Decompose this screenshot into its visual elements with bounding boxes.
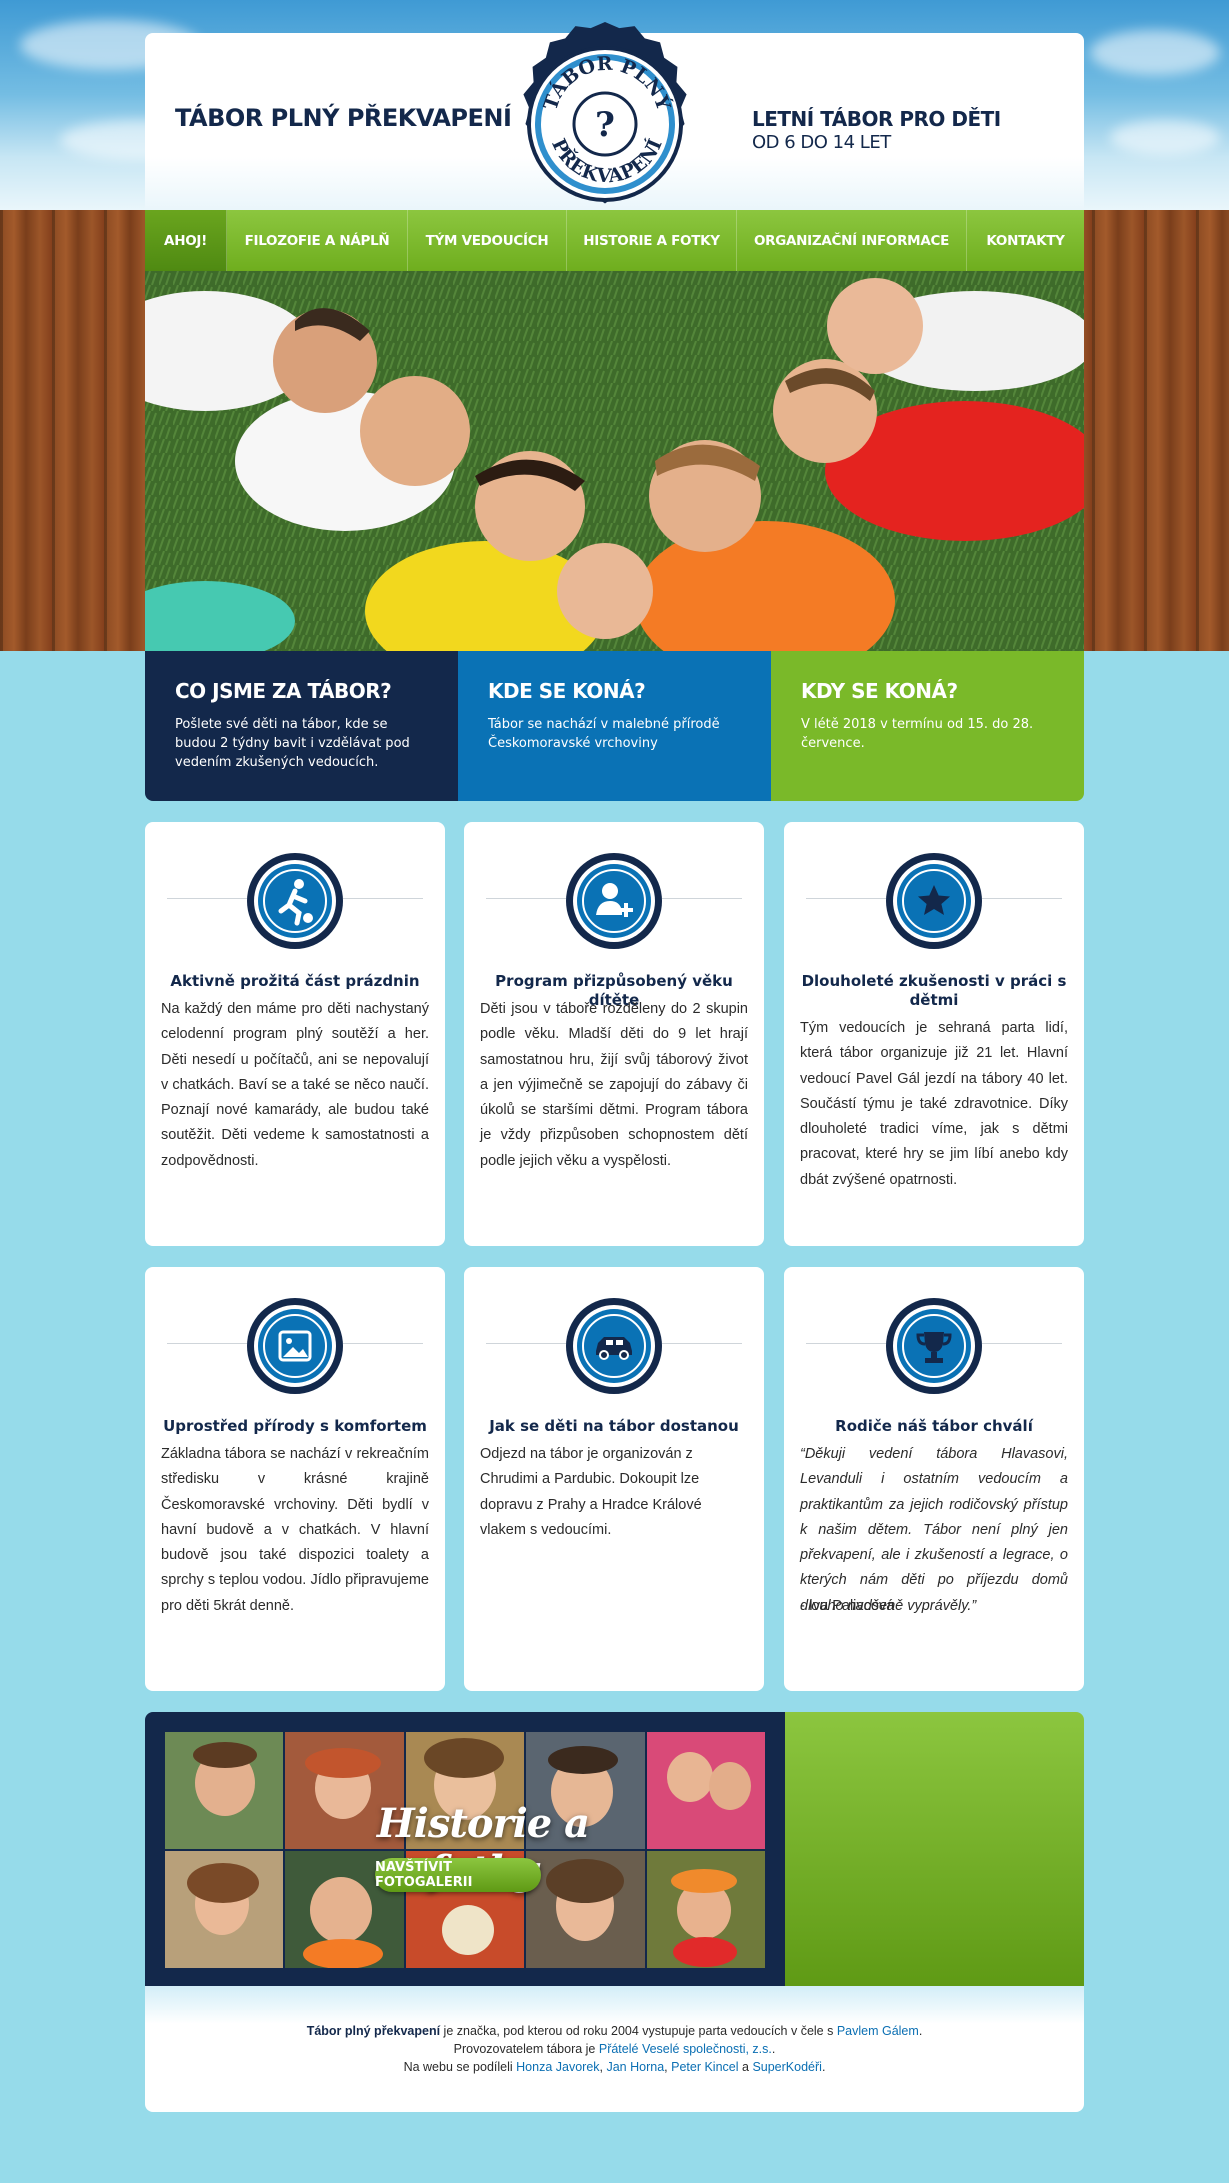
- star-icon: [884, 851, 984, 951]
- nav-item-filozofie[interactable]: FILOZOFIE A NÁPLŇ: [227, 210, 408, 271]
- testimonial-author: - Iva Palivcová: [800, 1598, 895, 1614]
- footer-link-operator[interactable]: Přátelé Veselé společnosti, z.s.: [599, 2042, 772, 2056]
- feature-title: Dlouholeté zkušenosti v práci s dětmi: [801, 972, 1067, 1009]
- feature-text: Odjezd na tábor je organizován z Chrudim…: [480, 1446, 702, 1538]
- site-logo[interactable]: TÁBOR PLNÝ PŘEKVAPENÍ ?: [503, 12, 708, 232]
- car-icon: [564, 1296, 664, 1396]
- picture-icon: [245, 1296, 345, 1396]
- feature-card: Uprostřed přírody s komfortem Základna t…: [145, 1267, 445, 1691]
- footer-link-jan-horna[interactable]: Jan Horna: [606, 2060, 664, 2074]
- info-title: KDY SE KONÁ?: [801, 679, 958, 703]
- footer-line-1: Tábor plný překvapení je značka, pod kte…: [306, 2024, 923, 2038]
- info-text: Tábor se nachází v malebné přírodě Česko…: [488, 717, 720, 751]
- feature-card: Dlouholeté zkušenosti v práci s dětmi Tý…: [784, 822, 1084, 1246]
- gallery-photo: [165, 1851, 284, 1968]
- main-navigation: AHOJ! FILOZOFIE A NÁPLŇ TÝM VEDOUCÍCH HI…: [145, 210, 1084, 271]
- info-text: Pošlete své děti na tábor, kde se budou …: [175, 717, 410, 770]
- info-title: CO JSME ZA TÁBOR?: [175, 679, 392, 703]
- visit-gallery-button[interactable]: NAVŠTÍVIT FOTOGALERII: [375, 1858, 541, 1892]
- feature-text: Děti jsou v táboře rozděleny do 2 skupin…: [480, 1001, 748, 1169]
- footer-brand: Tábor plný překvapení: [306, 2024, 441, 2038]
- nav-item-organizacni[interactable]: ORGANIZAČNÍ INFORMACE: [737, 210, 967, 271]
- feature-title: Aktivně prožitá část prázdnin: [170, 972, 420, 990]
- info-text: V létě 2018 v termínu od 15. do 28. červ…: [801, 717, 1034, 751]
- footer-link-pavel-gal[interactable]: Pavlem Gálem: [837, 2024, 919, 2038]
- gallery-photo: [646, 1732, 765, 1849]
- info-box-where: KDE SE KONÁ? Tábor se nachází v malebné …: [458, 651, 771, 801]
- site-footer: Tábor plný překvapení je značka, pod kte…: [145, 1986, 1084, 2112]
- feature-title: Jak se děti na tábor dostanou: [489, 1417, 739, 1435]
- feature-card: Rodiče náš tábor chválí “Děkuji vedení t…: [784, 1267, 1084, 1691]
- football-player-icon: [245, 851, 345, 951]
- nav-item-kontakty[interactable]: KONTAKTY: [967, 210, 1084, 271]
- feature-title: Uprostřed přírody s komfortem: [163, 1417, 427, 1435]
- info-title: KDE SE KONÁ?: [488, 679, 646, 703]
- testimonial-quote: “Děkuji vedení tábora Hlavasovi, Levandu…: [800, 1446, 1068, 1614]
- feature-card: Jak se děti na tábor dostanou Odjezd na …: [464, 1267, 764, 1691]
- footer-link-honza-javorek[interactable]: Honza Javorek: [516, 2060, 599, 2074]
- gallery-photo: [646, 1851, 765, 1968]
- hero-photo: [145, 271, 1084, 651]
- question-mark-icon: ?: [595, 105, 615, 145]
- nav-item-tym[interactable]: TÝM VEDOUCÍCH: [408, 210, 567, 271]
- nav-item-ahoj[interactable]: AHOJ!: [145, 210, 227, 271]
- feature-text: Na každý den máme pro děti nachystaný ce…: [161, 1001, 429, 1169]
- info-box-what: CO JSME ZA TÁBOR? Pošlete své děti na tá…: [145, 651, 458, 801]
- footer-line-2: Provozovatelem tábora je Přátelé Veselé …: [453, 2042, 776, 2056]
- feature-card: Aktivně prožitá část prázdnin Na každý d…: [145, 822, 445, 1246]
- feature-text: Základna tábora se nachází v rekreačním …: [161, 1446, 429, 1614]
- tagline-primary: LETNÍ TÁBOR PRO DĚTI: [752, 107, 1001, 131]
- footer-link-superkoderi[interactable]: SuperKodéři: [752, 2060, 822, 2074]
- tagline-secondary: OD 6 DO 14 LET: [752, 132, 891, 153]
- gallery-photo: [165, 1732, 284, 1849]
- info-box-when: KDY SE KONÁ? V létě 2018 v termínu od 15…: [771, 651, 1084, 801]
- feature-card: Program přizpůsobený věku dítěte Děti js…: [464, 822, 764, 1246]
- trophy-icon: [884, 1296, 984, 1396]
- site-title[interactable]: TÁBOR PLNÝ PŘEKVAPENÍ: [175, 104, 512, 132]
- nav-item-historie[interactable]: HISTORIE A FOTKY: [567, 210, 737, 271]
- info-strip: CO JSME ZA TÁBOR? Pošlete své děti na tá…: [145, 651, 1084, 801]
- footer-link-peter-kincel[interactable]: Peter Kincel: [671, 2060, 738, 2074]
- feature-title: Rodiče náš tábor chválí: [835, 1417, 1033, 1435]
- gallery-section: Historie a fotky NAVŠTÍVIT FOTOGALERII: [145, 1712, 1084, 1986]
- add-user-icon: [564, 851, 664, 951]
- feature-text: Tým vedoucích je sehraná parta lidí, kte…: [800, 1020, 1068, 1188]
- gallery-side-panel: [785, 1712, 1084, 1986]
- footer-line-3: Na webu se podíleli Honza Javorek, Jan H…: [403, 2060, 826, 2074]
